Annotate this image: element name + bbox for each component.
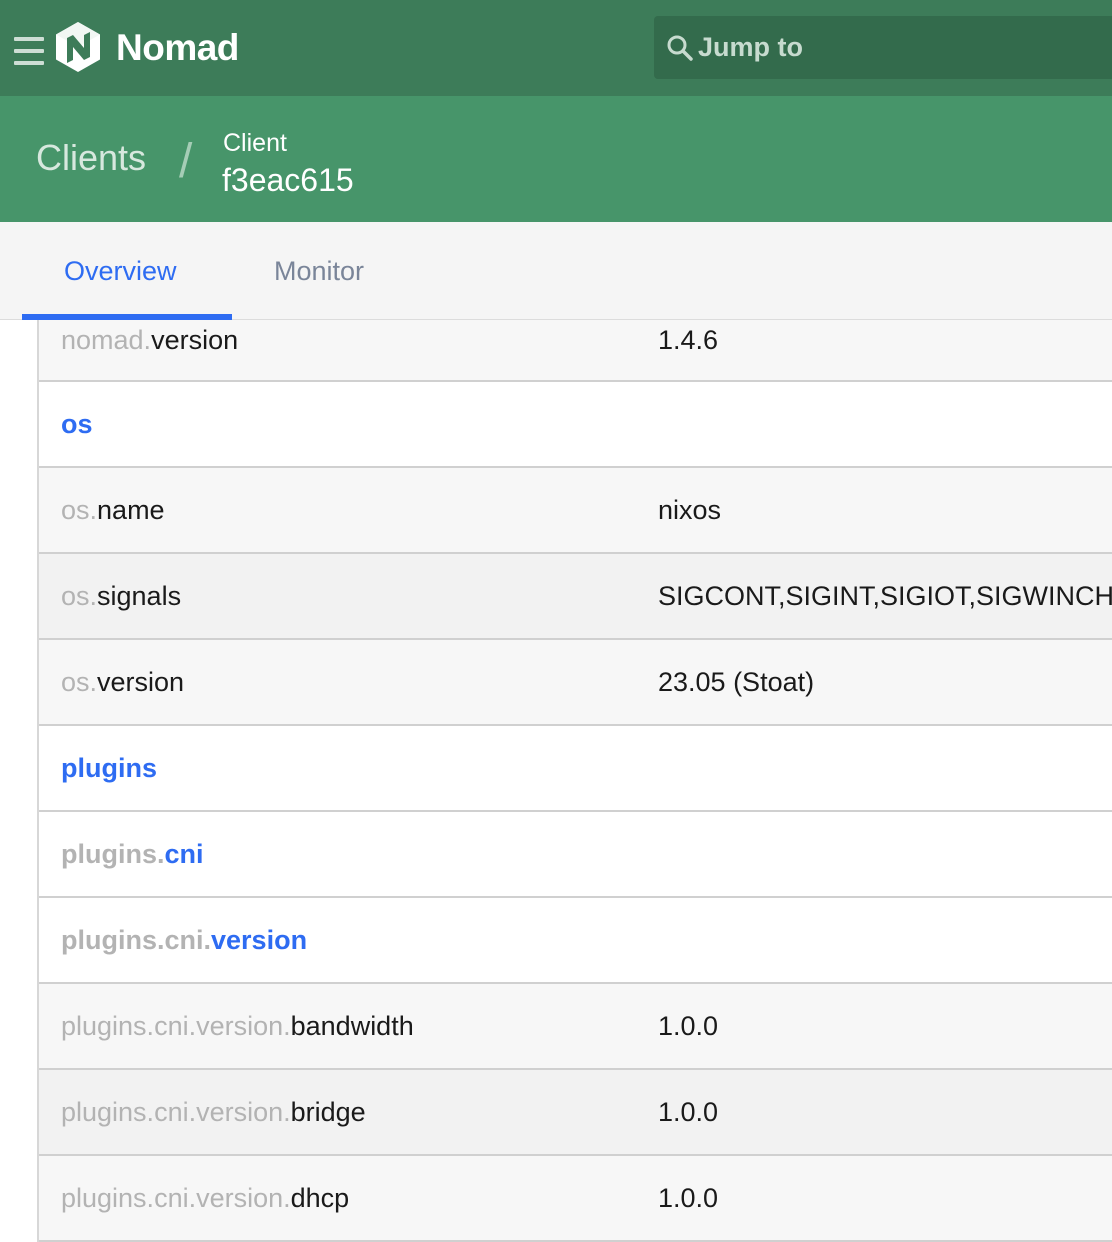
attribute-value: 1.0.0	[658, 1011, 719, 1041]
attribute-section-plugins[interactable]: plugins	[61, 750, 157, 786]
attribute-section-plugins-cni[interactable]: plugins.cni	[61, 836, 204, 872]
attribute-key-leaf: signals	[97, 581, 182, 611]
attribute-value: SIGCONT,SIGINT,SIGIOT,SIGWINCH	[658, 581, 1112, 611]
table-row: os.signals SIGCONT,SIGINT,SIGIOT,SIGWINC…	[39, 554, 1112, 640]
attribute-key: plugins.cni.version.dhcp	[61, 1180, 349, 1216]
table-row: os.version 23.05 (Stoat)	[39, 640, 1112, 726]
table-row: nomad.version 1.4.6	[39, 320, 1112, 382]
attribute-key-prefix: nomad.	[61, 325, 152, 355]
attribute-value: nixos	[658, 495, 722, 525]
attribute-key-prefix: plugins.cni.	[61, 925, 212, 955]
table-row: plugins.cni.version.bandwidth 1.0.0	[39, 984, 1112, 1070]
attribute-key-leaf: version	[151, 325, 239, 355]
breadcrumb-current-id[interactable]: f3eac615	[222, 160, 354, 200]
attribute-key: plugins.cni.version.bridge	[61, 1094, 366, 1130]
tab-overview[interactable]: Overview	[64, 252, 177, 290]
attribute-key-prefix: os.	[61, 495, 98, 525]
attribute-key-prefix: plugins.cni.version.	[61, 1183, 291, 1213]
attribute-key: os.signals	[61, 578, 181, 614]
attribute-key-leaf: cni	[164, 839, 204, 869]
attribute-key-prefix: plugins.	[61, 839, 165, 869]
attribute-key-leaf: version	[97, 667, 185, 697]
attribute-key: os.name	[61, 492, 165, 528]
attribute-section-row[interactable]: plugins	[39, 726, 1112, 812]
attribute-value: 1.4.6	[658, 325, 719, 355]
attribute-key-prefix: plugins.cni.version.	[61, 1011, 291, 1041]
search-placeholder: Jump to	[698, 32, 803, 62]
attribute-key-prefix: os.	[61, 581, 98, 611]
attribute-key-leaf: name	[97, 495, 165, 525]
attribute-key-leaf: version	[211, 925, 308, 955]
attribute-key: nomad.version	[61, 322, 238, 358]
attributes-table: nomad.version 1.4.6 os os.name nixos os.…	[37, 320, 1112, 1242]
attribute-section-row[interactable]: os	[39, 382, 1112, 468]
attribute-value: 1.0.0	[658, 1097, 719, 1127]
breadcrumb-current-type: Client	[223, 129, 287, 157]
page-tabs: Overview Monitor	[0, 222, 1112, 320]
attribute-value: 23.05 (Stoat)	[658, 667, 815, 697]
attribute-key-prefix: os.	[61, 667, 98, 697]
breadcrumb-separator: /	[179, 135, 193, 188]
attribute-value: 1.0.0	[658, 1183, 719, 1213]
attribute-key: plugins.cni.version.bandwidth	[61, 1008, 414, 1044]
attribute-key-leaf: bridge	[290, 1097, 366, 1127]
table-row: plugins.cni.version.bridge 1.0.0	[39, 1070, 1112, 1156]
attribute-key-leaf: bandwidth	[290, 1011, 414, 1041]
attribute-section-os[interactable]: os	[61, 406, 93, 442]
attribute-key-leaf: dhcp	[290, 1183, 350, 1213]
breadcrumb: Clients / Client f3eac615	[0, 96, 1112, 222]
tab-monitor[interactable]: Monitor	[274, 252, 364, 290]
attribute-section-plugins-cni-version[interactable]: plugins.cni.version	[61, 922, 307, 958]
breadcrumb-clients-link[interactable]: Clients	[36, 134, 146, 182]
attribute-section-row[interactable]: plugins.cni.version	[39, 898, 1112, 984]
attribute-key: os.version	[61, 664, 184, 700]
brand-name[interactable]: Nomad	[116, 24, 239, 72]
table-row: os.name nixos	[39, 468, 1112, 554]
attribute-key-prefix: plugins.cni.version.	[61, 1097, 291, 1127]
nomad-logo-icon[interactable]	[54, 21, 102, 73]
table-row: plugins.cni.version.dhcp 1.0.0	[39, 1156, 1112, 1242]
search-input[interactable]: Jump to	[654, 16, 1112, 79]
top-nav: Nomad Jump to	[0, 0, 1112, 96]
search-icon	[667, 35, 693, 61]
menu-icon[interactable]	[14, 35, 44, 67]
attribute-section-row[interactable]: plugins.cni	[39, 812, 1112, 898]
